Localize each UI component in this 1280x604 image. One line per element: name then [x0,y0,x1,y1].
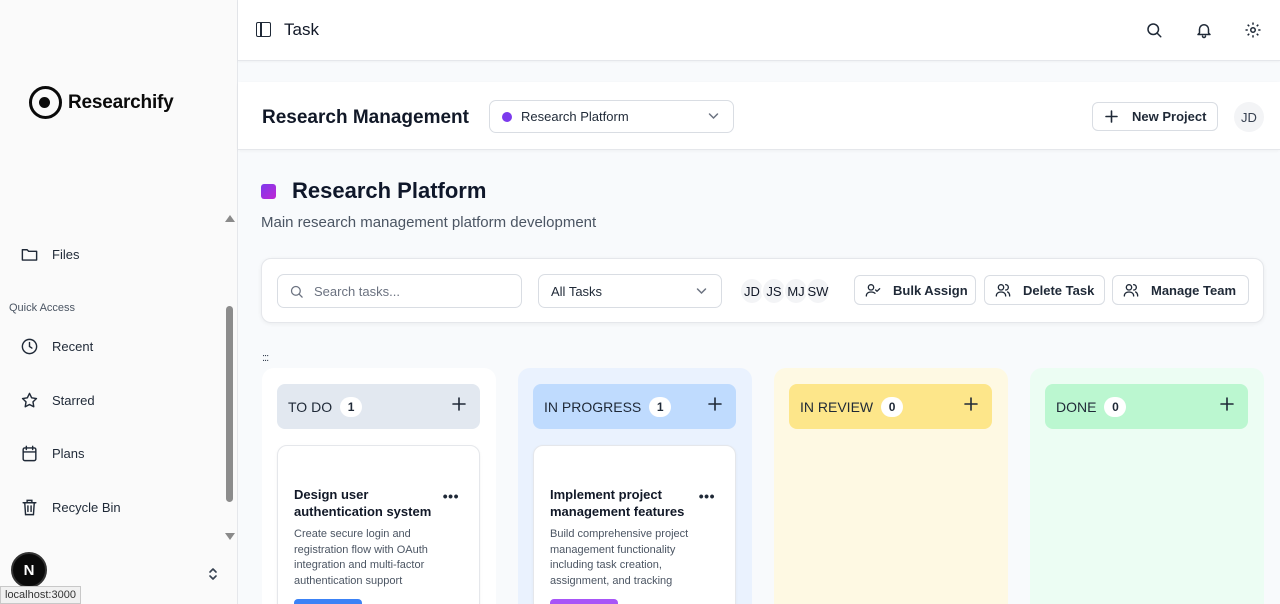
column-done: DONE 0 [1030,368,1264,604]
task-title: Implement project management features [550,487,685,519]
column-count: 1 [649,396,672,417]
column-header: IN REVIEW 0 [789,384,992,429]
project-header: Research Management Research Platform Ne… [238,82,1280,150]
manage-team-button[interactable]: Manage Team [1112,275,1249,305]
trash-icon [22,499,37,516]
plus-icon[interactable] [452,397,466,411]
page-title: Task [284,20,319,39]
sidebar-item-label: Files [52,247,80,262]
column-title: IN PROGRESS [544,398,642,415]
project-select-value: Research Platform [521,109,629,124]
column-count: 0 [1104,396,1127,417]
column-header: IN PROGRESS 1 [533,384,736,429]
manage-team-label: Manage Team [1151,282,1237,298]
column-header: TO DO 1 [277,384,480,429]
column-header: DONE 0 [1045,384,1248,429]
calendar-icon [22,445,37,462]
more-icon[interactable]: ••• [443,488,459,504]
folder-icon [21,249,38,261]
sidebar-item-label: Recycle Bin [52,500,121,515]
sidebar-item-files[interactable]: Files [20,245,79,264]
new-project-label: New Project [1132,109,1207,124]
bulk-assign-button[interactable]: Bulk Assign [854,275,976,305]
task-search[interactable] [277,274,522,308]
top-bar: Task [238,0,1280,61]
chevron-down-icon [708,113,719,120]
team-avatar[interactable]: SW [805,277,831,305]
plus-icon[interactable] [964,397,978,411]
app-name: Researchify [68,91,174,113]
column-count: 1 [340,396,363,417]
users-icon [1123,284,1139,297]
star-icon [21,392,38,408]
scroll-down-arrow[interactable] [225,533,235,540]
bell-icon[interactable] [1195,21,1213,39]
column-count: 0 [881,396,904,417]
task-description: Build comprehensive project management f… [550,528,689,587]
status-bar-url: localhost:3000 [0,586,81,604]
task-card[interactable]: Design user authentication system ••• Cr… [277,445,480,604]
clock-icon [21,338,38,355]
sidebar-item-label: Recent [52,339,94,354]
users-icon [995,284,1011,297]
drag-handle[interactable]: ::: [262,352,269,364]
task-card[interactable]: Implement project management features ••… [533,445,736,604]
column-in-progress: IN PROGRESS 1 Implement project manageme… [518,368,752,604]
task-tag [294,599,362,604]
project-heading: Research Platform [261,178,486,204]
sidebar-item-starred[interactable]: Starred [20,391,95,410]
user-avatar[interactable]: JD [1234,102,1264,132]
project-color-dot [502,111,512,122]
plus-icon[interactable] [708,397,722,411]
column-title: TO DO [288,398,333,415]
project-name: Research Platform [292,178,487,203]
plus-icon[interactable] [1220,397,1234,411]
section-title: Research Management [262,107,469,128]
column-todo: TO DO 1 Design user authentication syste… [262,368,496,604]
search-icon[interactable] [1145,21,1163,39]
delete-task-label: Delete Task [1023,282,1095,298]
sidebar-item-recent[interactable]: Recent [20,337,93,356]
chevron-down-icon [696,288,707,295]
search-icon [290,285,303,298]
sidebar-item-plans[interactable]: Plans [20,444,85,463]
search-input[interactable] [314,283,504,299]
plus-icon [1105,110,1118,123]
dev-tools-badge[interactable]: N [11,552,47,588]
new-project-button[interactable]: New Project [1092,102,1218,131]
column-title: DONE [1056,398,1097,415]
sidebar-item-label: Plans [52,446,85,461]
team-avatars: JD JS MJ SW [739,277,831,305]
more-icon[interactable]: ••• [699,488,715,504]
logo-icon [29,86,62,119]
sidebar-item-label: Starred [52,393,95,408]
task-filter-select[interactable]: All Tasks [538,274,722,308]
user-check-icon [865,284,881,297]
task-description: Create secure login and registration flo… [294,528,428,587]
sidebar-toggle-icon[interactable] [256,22,271,37]
sidebar-item-recycle-bin[interactable]: Recycle Bin [20,498,121,517]
project-color-swatch [261,183,276,199]
column-in-review: IN REVIEW 0 [774,368,1008,604]
task-filter-value: All Tasks [551,283,603,299]
chevron-up-down-icon[interactable] [206,566,220,582]
quick-access-heading: Quick Access [9,302,76,314]
sidebar-scrollbar[interactable] [226,306,233,502]
scroll-up-arrow[interactable] [225,215,235,222]
app-logo[interactable]: Researchify [29,86,174,119]
gear-icon[interactable] [1244,21,1262,39]
delete-task-button[interactable]: Delete Task [984,275,1105,305]
bulk-assign-label: Bulk Assign [893,282,968,298]
sidebar: Researchify Files Quick Access Recent St… [0,0,238,604]
project-select[interactable]: Research Platform [489,100,734,133]
task-tag [550,599,618,604]
column-title: IN REVIEW [800,398,874,415]
task-title: Design user authentication system [294,487,432,519]
project-description: Main research management platform develo… [261,214,597,231]
task-toolbar: All Tasks JD JS MJ SW Bulk Assign Delete… [261,258,1264,323]
